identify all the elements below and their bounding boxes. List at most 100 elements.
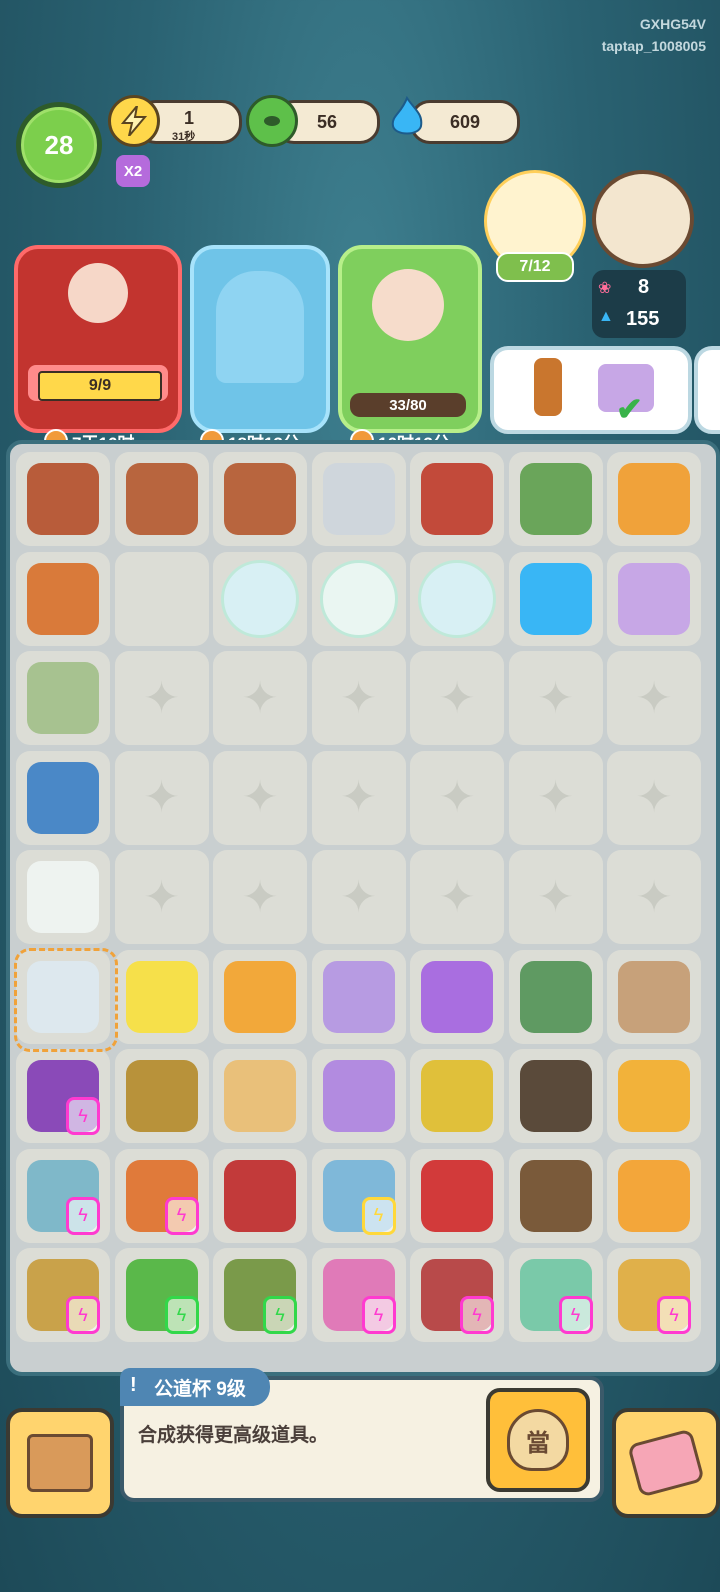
board-cell-red-lantern[interactable] bbox=[410, 1148, 504, 1243]
board-cell-empty[interactable] bbox=[508, 651, 603, 745]
board-cell-empty[interactable] bbox=[607, 750, 701, 845]
board-cell-empty[interactable] bbox=[114, 651, 209, 745]
board-cell-empty[interactable] bbox=[410, 750, 504, 845]
board-cell-mirror[interactable]: ϟ bbox=[410, 1248, 504, 1342]
board-cell-bubble-cup[interactable] bbox=[311, 551, 406, 646]
map-phone-button[interactable] bbox=[612, 1408, 720, 1518]
board-cell-fan-check[interactable] bbox=[607, 551, 701, 646]
board-cell-empty[interactable] bbox=[508, 750, 603, 845]
blue-flame-icon bbox=[384, 95, 430, 141]
order-request-card[interactable]: ✔ bbox=[490, 346, 692, 434]
board-cell-basket[interactable] bbox=[213, 1148, 307, 1243]
board-cell-empty[interactable] bbox=[213, 651, 307, 745]
selection-bracket bbox=[14, 947, 118, 1052]
board-cell-scrolls[interactable] bbox=[607, 949, 701, 1044]
hairpin-icon bbox=[421, 1060, 493, 1132]
board-cell-empty[interactable] bbox=[607, 651, 701, 745]
board-cell-empty[interactable] bbox=[114, 551, 209, 646]
board-cell-flowerpot[interactable]: ϟ bbox=[311, 1248, 406, 1342]
girl-character-card[interactable]: 33/80 bbox=[338, 245, 482, 433]
scroll-icon bbox=[519, 960, 592, 1033]
checkmark-icon: ✔ bbox=[616, 391, 643, 427]
board-cell-sachet-bag[interactable] bbox=[311, 1049, 406, 1143]
board-cell-scroll[interactable] bbox=[508, 949, 603, 1044]
board-cell-jar[interactable] bbox=[607, 1148, 701, 1243]
board-cell-hairpin[interactable] bbox=[410, 1049, 504, 1143]
board-cell-porcelain-bowl[interactable] bbox=[16, 750, 110, 845]
red-lantern-icon bbox=[421, 1159, 493, 1232]
scrolls-icon bbox=[618, 960, 690, 1033]
statue-icon bbox=[216, 271, 304, 383]
statue-character-card[interactable] bbox=[190, 245, 330, 433]
board-cell-tea-set[interactable]: ϟ bbox=[16, 1148, 110, 1243]
bubble-bowl-icon bbox=[418, 559, 496, 638]
board-cell-wardrobe[interactable]: ϟ bbox=[16, 1248, 110, 1342]
board-cell-empty[interactable] bbox=[311, 750, 406, 845]
energy-boost-icon: ϟ bbox=[460, 1296, 494, 1334]
board-cell-empty[interactable] bbox=[114, 750, 209, 845]
sell-bag-button[interactable]: 當 bbox=[486, 1388, 590, 1492]
board-cell-hammer[interactable] bbox=[410, 452, 504, 546]
board-cell-chest[interactable] bbox=[114, 452, 209, 546]
board-cell-bubble-bowl[interactable] bbox=[410, 551, 504, 646]
customer-progress: 7/12 bbox=[496, 252, 574, 282]
board-cell-slingshot[interactable] bbox=[16, 551, 110, 646]
board-cell-brush-pot[interactable]: ϟ bbox=[508, 1248, 603, 1342]
board-cell-chest[interactable] bbox=[213, 452, 307, 546]
board-cell-honey[interactable] bbox=[607, 1049, 701, 1143]
board-cell-tea-box[interactable] bbox=[508, 452, 603, 546]
board-cell-pouch[interactable] bbox=[311, 949, 406, 1044]
board-cell-eggs[interactable] bbox=[213, 1049, 307, 1143]
flame-count: 155 bbox=[626, 308, 660, 330]
board-cell-tea-cup[interactable] bbox=[16, 850, 110, 944]
board-cell-iced-tea[interactable] bbox=[213, 949, 307, 1044]
energy-boost-icon: ϟ bbox=[657, 1296, 691, 1334]
iced-tea-icon bbox=[224, 960, 296, 1033]
tea-bundle-icon bbox=[27, 662, 99, 734]
watermark-code: GXHG54V bbox=[639, 16, 706, 32]
watermark-user: taptap_1008005 bbox=[601, 38, 706, 54]
board-cell-chest-open[interactable] bbox=[16, 452, 110, 546]
board-cell-empty[interactable] bbox=[213, 850, 307, 944]
board-cell-house[interactable]: ϟ bbox=[213, 1248, 307, 1342]
rose-icon: ❀ bbox=[598, 280, 612, 297]
flame-icon: ▲ bbox=[598, 308, 614, 325]
board-cell-tree[interactable]: ϟ bbox=[114, 1248, 209, 1342]
board-cell-tea-bundle[interactable] bbox=[16, 651, 110, 745]
slingshot-icon bbox=[27, 562, 99, 635]
board-cell-empty[interactable] bbox=[114, 850, 209, 944]
energy-boost-icon: ϟ bbox=[66, 1097, 100, 1135]
board-cell-shed[interactable]: ϟ bbox=[607, 1248, 701, 1342]
board-cell-empty[interactable] bbox=[311, 850, 406, 944]
board-cell-kiwi[interactable] bbox=[114, 1049, 209, 1143]
shop-icon[interactable] bbox=[592, 170, 694, 268]
energy-bolt-icon bbox=[108, 95, 160, 147]
board-cell-blue-flame[interactable] bbox=[508, 551, 603, 646]
item-title: 公道杯 9级 bbox=[154, 1378, 246, 1400]
board-cell-sachet[interactable] bbox=[410, 949, 504, 1044]
order-request-card-next[interactable] bbox=[694, 346, 720, 434]
board-cell-bubble-bowl[interactable] bbox=[213, 551, 307, 646]
coins-value: 56 bbox=[316, 111, 338, 132]
board-cell-frame[interactable] bbox=[508, 1148, 603, 1243]
board-cell-empty[interactable] bbox=[607, 850, 701, 944]
player-level-badge[interactable]: 28 bbox=[16, 102, 102, 188]
board-cell-empty[interactable] bbox=[410, 651, 504, 745]
jar-icon bbox=[618, 1159, 690, 1232]
board-cell-lemon[interactable] bbox=[114, 949, 209, 1044]
energy-boost-icon: ϟ bbox=[263, 1296, 297, 1334]
double-multiplier-badge[interactable]: X2 bbox=[116, 155, 150, 187]
board-cell-scissors[interactable] bbox=[311, 452, 406, 546]
board-cell-necklace[interactable]: ϟ bbox=[311, 1148, 406, 1243]
storage-box-button[interactable] bbox=[6, 1408, 114, 1518]
board-cell-empty[interactable] bbox=[508, 850, 603, 944]
board-cell-golden-vase[interactable] bbox=[607, 452, 701, 546]
board-cell-empty[interactable] bbox=[213, 750, 307, 845]
chest-icon bbox=[125, 463, 198, 535]
board-cell-empty[interactable] bbox=[410, 850, 504, 944]
board-cell-empty[interactable] bbox=[311, 651, 406, 745]
board-cell-plaque[interactable] bbox=[508, 1049, 603, 1143]
bride-character-card[interactable]: 9/9 bbox=[14, 245, 182, 433]
board-cell-kite[interactable]: ϟ bbox=[114, 1148, 209, 1243]
board-cell-cabinet[interactable]: ϟ bbox=[16, 1049, 110, 1143]
